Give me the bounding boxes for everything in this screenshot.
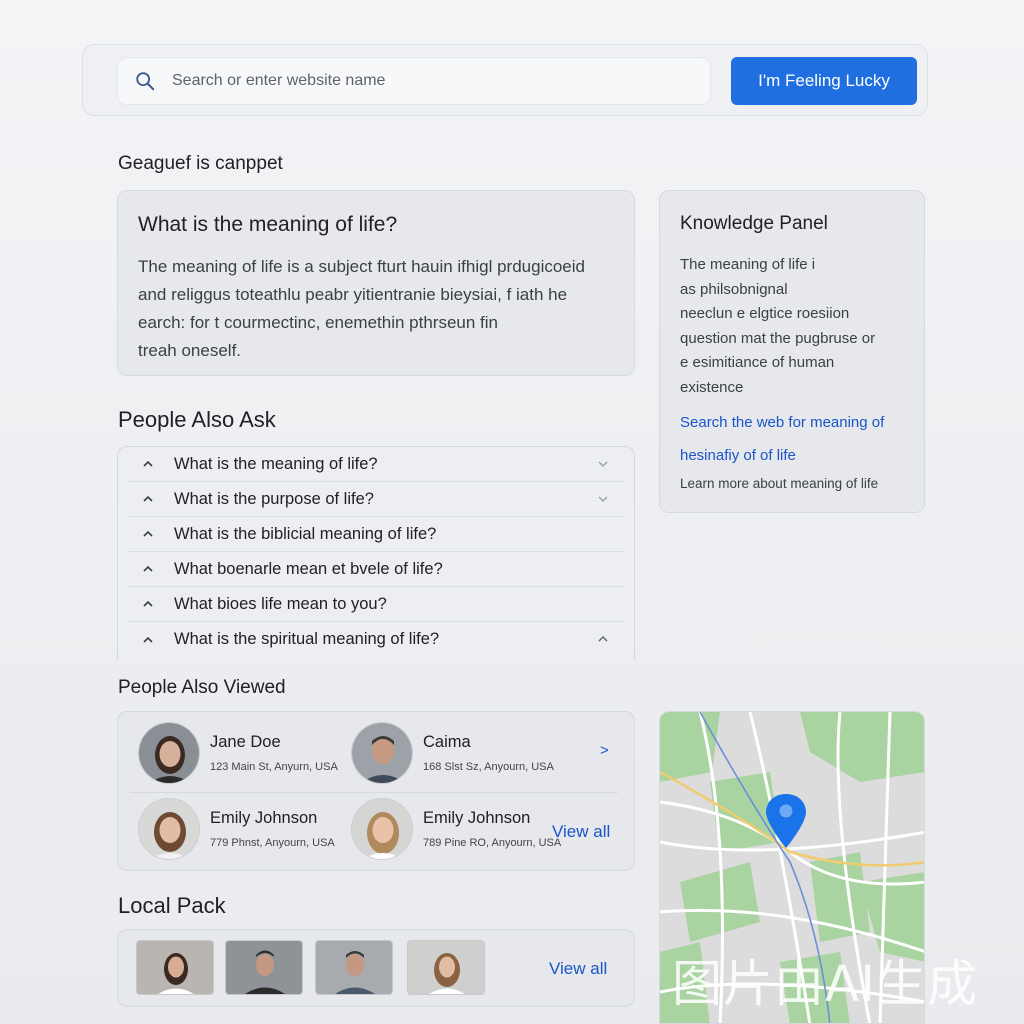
paa-question: What is the meaning of life?	[174, 454, 378, 473]
search-input[interactable]	[172, 72, 672, 90]
learn-more-text[interactable]: Learn more about meaning of life	[680, 476, 904, 491]
search-web-link[interactable]: Search the web for meaning of	[680, 414, 904, 431]
avatar	[351, 722, 413, 784]
kp-line: neeclun e elgtice roesiion	[680, 305, 850, 322]
featured-snippet: What is the meaning of life? The meaning…	[117, 190, 635, 376]
people-also-viewed-heading: People Also Viewed	[118, 677, 286, 698]
person-address: 168 Slst Sz, Anyourn, USA	[423, 761, 554, 773]
paa-item[interactable]: What is the biblicial meaning of life?	[128, 517, 624, 552]
kp-line: The meaning of life i	[680, 256, 816, 273]
person-card[interactable]: Emily Johnson 779 Phnst, Anyourn, USA	[138, 798, 335, 860]
person-name: Caima	[423, 733, 471, 751]
search-bar-container: I'm Feeling Lucky	[82, 44, 928, 116]
paa-item[interactable]: What bioes life mean to you?	[128, 587, 624, 622]
chevron-up-icon[interactable]	[596, 632, 610, 646]
chevron-up-icon	[143, 565, 153, 572]
snippet-text: The meaning of life is a subject fturt h…	[138, 253, 614, 365]
person-address: 779 Phnst, Anyourn, USA	[210, 837, 335, 849]
feeling-lucky-button[interactable]: I'm Feeling Lucky	[731, 57, 917, 105]
kp-line: question mat the pugbruse or	[680, 329, 876, 347]
person-address: 789 Pine RO, Anyourn, USA	[423, 837, 562, 849]
paa-item[interactable]: What is the purpose of life?	[128, 482, 624, 517]
local-pack-heading: Local Pack	[118, 893, 226, 918]
people-view-all-link[interactable]: View all	[552, 822, 610, 842]
people-also-ask-heading: People Also Ask	[118, 407, 276, 432]
paa-item[interactable]: What is the meaning of life?	[128, 447, 624, 482]
person-address: 123 Main St, Anyurn, USA	[210, 761, 338, 773]
chevron-right-icon[interactable]: >	[600, 742, 609, 759]
snippet-section-heading: Geaguef is canppet	[118, 153, 283, 174]
paa-question: What is the purpose of life?	[174, 489, 374, 508]
local-pack-card: View all	[117, 929, 635, 1007]
avatar	[138, 722, 200, 784]
knowledge-panel-link[interactable]: hesinafiy of of life	[680, 447, 904, 464]
local-view-all-link[interactable]: View all	[549, 959, 607, 979]
chevron-down-icon[interactable]	[596, 492, 610, 506]
people-also-ask-list: What is the meaning of life? What is the…	[117, 446, 635, 660]
chevron-up-icon	[143, 600, 153, 607]
local-thumbnail[interactable]	[136, 940, 214, 995]
avatar	[351, 798, 413, 860]
knowledge-panel-text: The meaning of life i as philsobnignal n…	[680, 253, 904, 400]
paa-item[interactable]: What is the spiritual meaning of life?	[128, 622, 624, 657]
person-name: Jane Doe	[210, 733, 281, 751]
paa-item[interactable]: What boenarle mean et bvele of life?	[128, 552, 624, 587]
paa-question: What is the biblicial meaning of life?	[174, 524, 437, 543]
knowledge-panel: Knowledge Panel The meaning of life i as…	[659, 190, 925, 513]
local-thumbnail[interactable]	[225, 940, 303, 995]
ai-generated-watermark: 图片由AI生成	[672, 955, 978, 1013]
chevron-up-icon	[143, 636, 153, 643]
paa-question: What boenarle mean et bvele of life?	[174, 559, 443, 578]
divider	[130, 792, 618, 793]
kp-line: existence	[680, 378, 744, 396]
paa-question: What bioes life mean to you?	[174, 594, 387, 613]
snippet-line: treah oneself.	[138, 341, 242, 360]
avatar	[138, 798, 200, 860]
chevron-up-icon	[143, 460, 153, 467]
snippet-question: What is the meaning of life?	[138, 213, 398, 236]
kp-line: as philsobnignal	[680, 280, 788, 298]
person-name: Emily Johnson	[423, 809, 531, 827]
search-box[interactable]	[117, 57, 711, 105]
person-card[interactable]: Jane Doe 123 Main St, Anyurn, USA	[138, 722, 338, 784]
person-card[interactable]: Caima 168 Slst Sz, Anyourn, USA	[351, 722, 554, 784]
kp-line: e esimitiance of human	[680, 354, 835, 371]
chevron-down-icon[interactable]	[596, 457, 610, 471]
chevron-up-icon	[143, 495, 153, 502]
snippet-line: The meaning of life is a subject fturt h…	[138, 257, 585, 276]
person-name: Emily Johnson	[210, 809, 318, 827]
search-results-page: I'm Feeling Lucky Geaguef is canppet Wha…	[0, 0, 1024, 1024]
people-also-viewed-card: Jane Doe 123 Main St, Anyurn, USA Caima …	[117, 711, 635, 871]
local-thumbnail[interactable]	[315, 940, 393, 995]
snippet-line: and religgus toteathlu peabr yitientrani…	[138, 285, 568, 304]
snippet-line: earch: for t courmectinc, enemethin pthr…	[138, 313, 499, 332]
search-icon	[136, 72, 155, 91]
person-card[interactable]: Emily Johnson 789 Pine RO, Anyourn, USA	[351, 798, 561, 860]
knowledge-panel-title: Knowledge Panel	[680, 213, 828, 234]
paa-question: What is the spiritual meaning of life?	[174, 630, 440, 648]
local-thumbnail[interactable]	[407, 940, 485, 995]
chevron-up-icon	[143, 530, 153, 537]
